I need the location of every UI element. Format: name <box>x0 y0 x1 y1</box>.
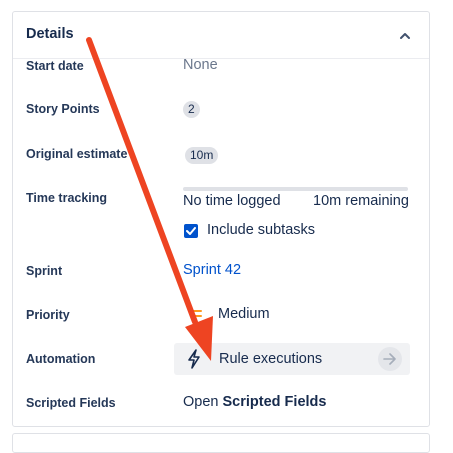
details-title: Details <box>26 26 74 42</box>
priority-label: Priority <box>26 308 70 322</box>
time-tracking-label: Time tracking <box>26 191 108 205</box>
details-panel: Details Start date None Story Points 2 O… <box>12 11 430 427</box>
lightning-bolt-icon <box>188 349 200 369</box>
details-header[interactable]: Details <box>13 12 429 59</box>
priority-value[interactable]: Medium <box>218 306 270 322</box>
sprint-label: Sprint <box>26 264 63 278</box>
include-subtasks-label[interactable]: Include subtasks <box>207 222 315 238</box>
original-estimate-badge[interactable]: 10m <box>185 147 219 164</box>
time-remaining-text: 10m remaining <box>313 193 409 209</box>
include-subtasks-checkbox[interactable] <box>184 224 198 238</box>
scripted-fields-label: Scripted Fields <box>26 396 116 410</box>
next-panel <box>12 433 430 453</box>
rule-executions-label: Rule executions <box>219 351 323 367</box>
checkmark-icon <box>186 227 196 235</box>
collapse-button[interactable] <box>393 24 417 48</box>
rule-executions-button[interactable]: Rule executions <box>174 343 410 375</box>
start-date-value[interactable]: None <box>183 57 218 73</box>
automation-label: Automation <box>26 352 96 366</box>
sprint-link[interactable]: Sprint 42 <box>183 262 241 278</box>
time-tracking-bar[interactable] <box>183 187 408 191</box>
chevron-up-icon <box>400 33 410 39</box>
story-points-badge[interactable]: 2 <box>183 101 200 118</box>
time-logged-text: No time logged <box>183 193 281 209</box>
arrow-right-icon <box>378 347 402 371</box>
original-estimate-label: Original estimate <box>26 147 128 161</box>
story-points-label: Story Points <box>26 102 100 116</box>
start-date-label: Start date <box>26 59 84 73</box>
scripted-fields-value[interactable]: Open Scripted Fields <box>183 394 326 410</box>
priority-medium-icon <box>190 310 202 317</box>
scripted-fields-prefix: Open <box>183 394 219 410</box>
scripted-fields-link[interactable]: Scripted Fields <box>223 394 327 410</box>
